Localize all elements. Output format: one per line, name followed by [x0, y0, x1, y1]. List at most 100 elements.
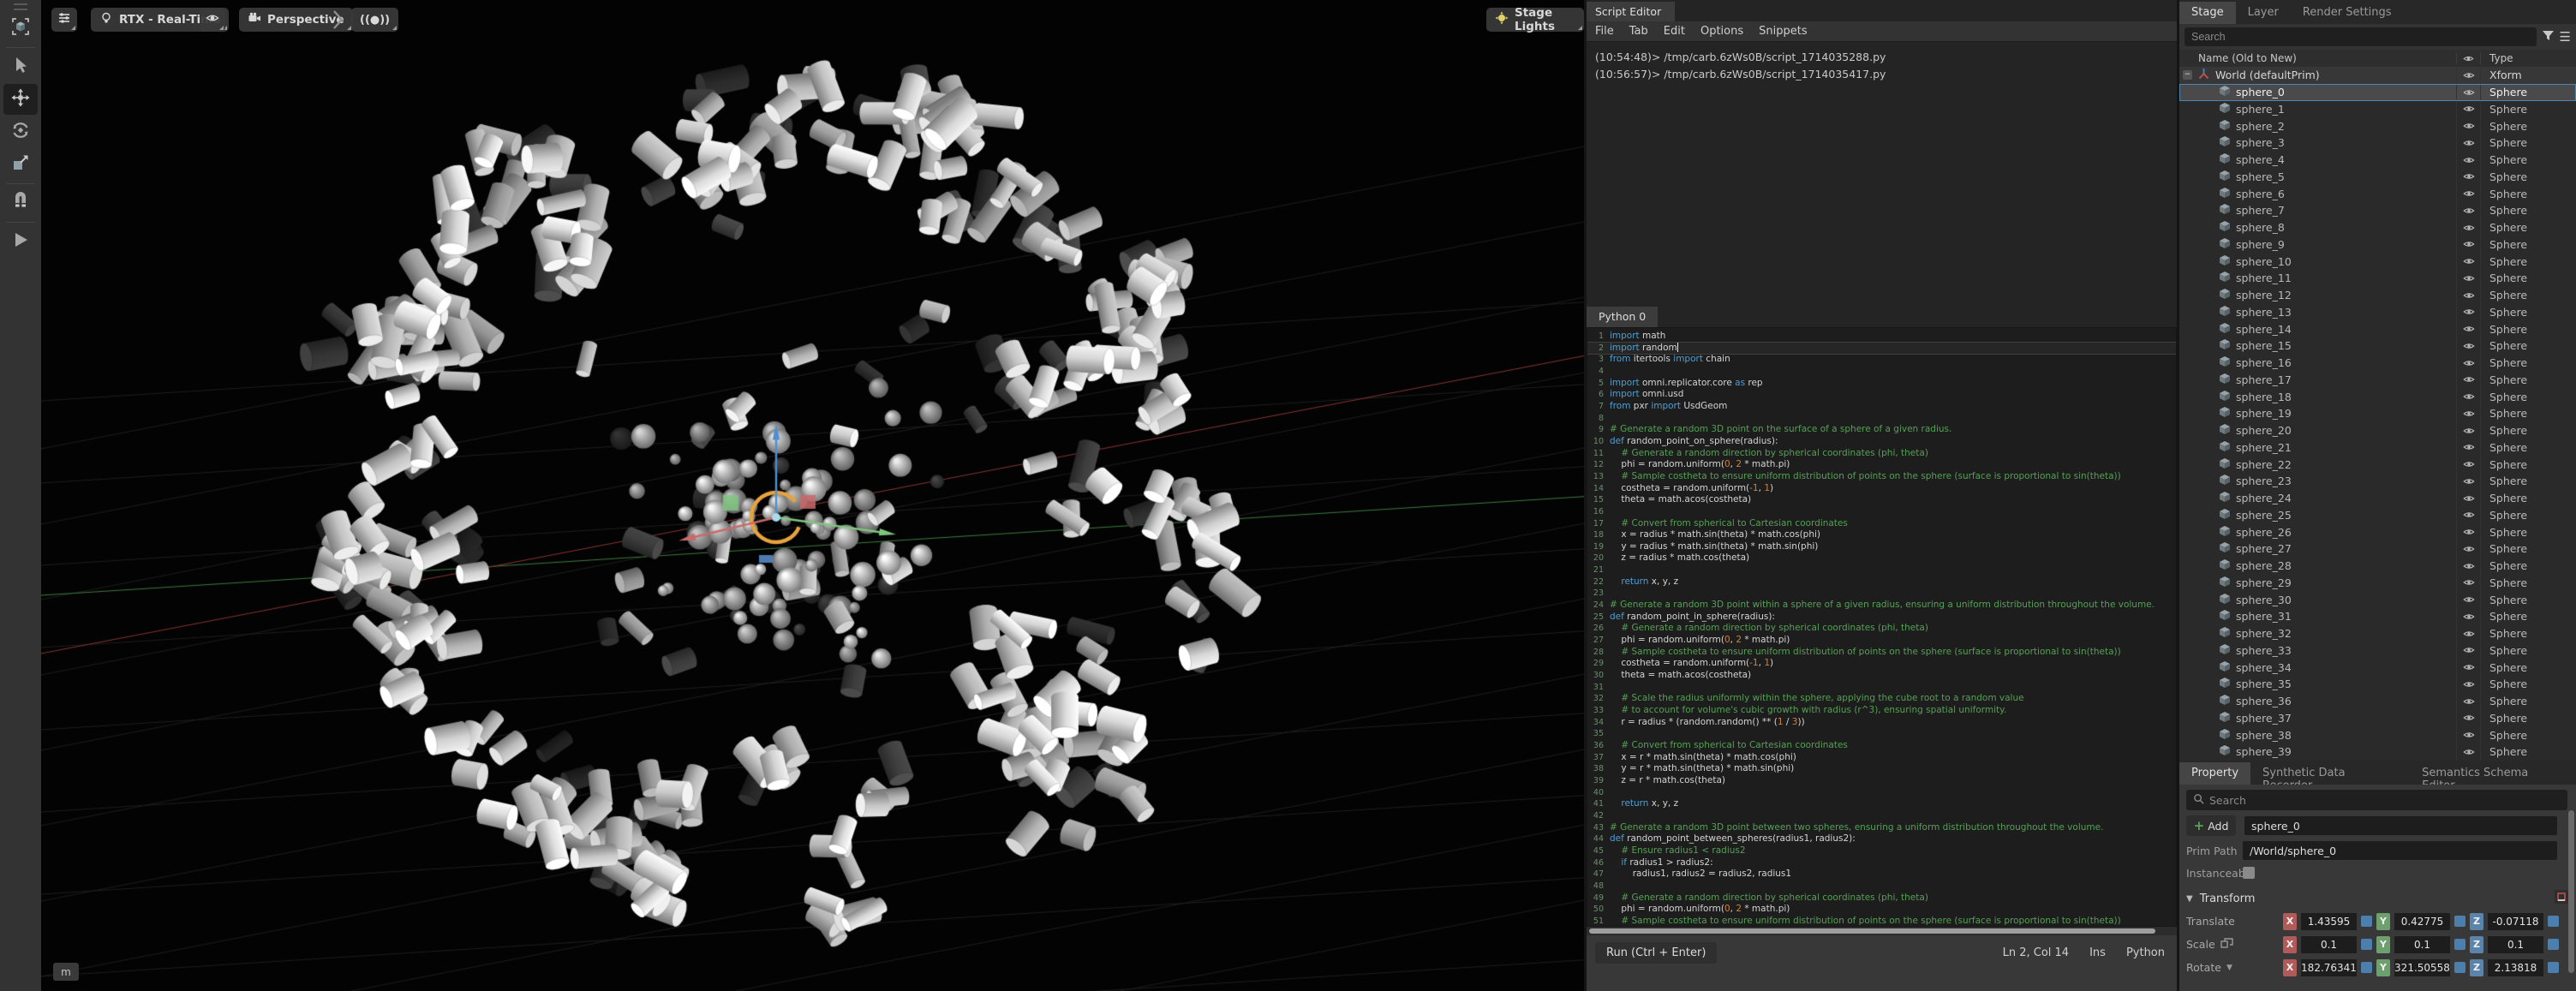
stage-row-sphere_34[interactable]: sphere_34Sphere [2179, 659, 2576, 676]
stage-row-sphere_16[interactable]: sphere_16Sphere [2179, 355, 2576, 372]
stage-row-sphere_1[interactable]: sphere_1Sphere [2179, 101, 2576, 118]
code-line[interactable]: 14 costheta = random.uniform(-1, 1) [1587, 483, 2176, 495]
menu-tab[interactable]: Tab [1629, 25, 1648, 38]
code-line[interactable]: 48 [1587, 881, 2176, 892]
stage-row-sphere_9[interactable]: sphere_9Sphere [2179, 236, 2576, 254]
stage-row-sphere_31[interactable]: sphere_31Sphere [2179, 608, 2576, 625]
code-line[interactable]: 41 return x, y, z [1587, 798, 2176, 810]
stage-row-sphere_24[interactable]: sphere_24Sphere [2179, 490, 2576, 507]
stage-row-sphere_8[interactable]: sphere_8Sphere [2179, 219, 2576, 236]
scale-z-field[interactable]: 0.1 [2488, 936, 2543, 953]
visibility-eye-icon[interactable] [2456, 253, 2480, 270]
scale-x-field[interactable]: 0.1 [2301, 936, 2357, 953]
stage-row-sphere_28[interactable]: sphere_28Sphere [2179, 558, 2576, 575]
stage-row-sphere_11[interactable]: sphere_11Sphere [2179, 270, 2576, 287]
visibility-eye-icon[interactable] [2456, 490, 2480, 507]
code-line[interactable]: 36 # Convert from spherical to Cartesian… [1587, 740, 2176, 752]
x-default-indicator[interactable] [2361, 916, 2372, 927]
tab-script-editor[interactable]: Script Editor [1587, 2, 1675, 21]
y-default-indicator[interactable] [2454, 962, 2465, 973]
visibility-eye-icon[interactable] [2456, 134, 2480, 152]
code-line[interactable]: 33 # to account for volume's cubic growt… [1587, 705, 2176, 717]
tab-layer[interactable]: Layer [2236, 2, 2291, 24]
code-line[interactable]: 50 phi = random.uniform(0, 2 * math.pi) [1587, 904, 2176, 916]
code-line[interactable]: 44def random_point_between_spheres(radiu… [1587, 833, 2176, 845]
stage-row-sphere_20[interactable]: sphere_20Sphere [2179, 422, 2576, 439]
stage-row-sphere_17[interactable]: sphere_17Sphere [2179, 372, 2576, 389]
viewport[interactable]: RTX - Real-Time Perspective ((●)) Stage … [41, 0, 1584, 991]
visibility-eye-icon[interactable] [2456, 320, 2480, 337]
code-line[interactable]: 27 phi = random.uniform(0, 2 * math.pi) [1587, 635, 2176, 647]
code-line[interactable]: 12 phi = random.uniform(0, 2 * math.pi) [1587, 459, 2176, 471]
code-line[interactable]: 23 [1587, 588, 2176, 600]
visibility-eye-icon[interactable] [2456, 169, 2480, 186]
tab-property[interactable]: Property [2179, 762, 2250, 785]
visibility-eye-icon[interactable] [2456, 337, 2480, 355]
viewport-canvas[interactable] [41, 0, 1584, 991]
code-line[interactable]: 25def random_point_in_sphere(radius): [1587, 612, 2176, 624]
column-name-label[interactable]: Name (Old to New) [2179, 52, 2456, 64]
tool-rotate-button[interactable] [3, 116, 38, 147]
tool-scale-button[interactable] [3, 149, 38, 180]
code-line[interactable]: 46 if radius1 > radius2: [1587, 857, 2176, 869]
instanceable-checkbox[interactable] [2243, 867, 2255, 879]
visibility-eye-icon[interactable] [2456, 523, 2480, 540]
translate-x-field[interactable]: 1.43595 [2301, 913, 2357, 930]
code-line[interactable]: 45 # Ensure radius1 < radius2 [1587, 845, 2176, 857]
visibility-eye-icon[interactable] [2456, 372, 2480, 389]
visibility-eye-icon[interactable] [2456, 117, 2480, 134]
tool-select-button[interactable] [3, 51, 38, 82]
stage-row-sphere_13[interactable]: sphere_13Sphere [2179, 304, 2576, 321]
visibility-eye-icon[interactable] [2456, 710, 2480, 727]
code-line[interactable]: 49 # Generate a random direction by sphe… [1587, 892, 2176, 904]
collapse-triangle-icon[interactable]: ▼ [2186, 894, 2193, 904]
tab-render-settings[interactable]: Render Settings [2291, 2, 2404, 24]
visibility-eye-icon[interactable] [2456, 726, 2480, 743]
stage-row-sphere_21[interactable]: sphere_21Sphere [2179, 439, 2576, 457]
y-default-indicator[interactable] [2454, 939, 2465, 950]
column-type-label[interactable]: Type [2480, 52, 2576, 64]
stage-row-sphere_32[interactable]: sphere_32Sphere [2179, 625, 2576, 642]
property-search[interactable]: Search [2186, 790, 2567, 810]
stage-row-sphere_19[interactable]: sphere_19Sphere [2179, 405, 2576, 422]
code-editor[interactable]: 1import math2import random3from itertool… [1587, 327, 2177, 927]
stage-row-sphere_5[interactable]: sphere_5Sphere [2179, 169, 2576, 186]
stage-row-sphere_22[interactable]: sphere_22Sphere [2179, 456, 2576, 473]
code-line[interactable]: 37 x = r * math.sin(theta) * math.cos(ph… [1587, 752, 2176, 764]
stage-row-sphere_23[interactable]: sphere_23Sphere [2179, 473, 2576, 490]
options-menu-icon[interactable]: ☰ [2560, 29, 2571, 45]
stage-row-sphere_30[interactable]: sphere_30Sphere [2179, 591, 2576, 608]
visibility-eye-icon[interactable] [2456, 219, 2480, 236]
stage-row-sphere_38[interactable]: sphere_38Sphere [2179, 726, 2576, 743]
code-line[interactable]: 4 [1587, 366, 2176, 378]
stage-row-sphere_26[interactable]: sphere_26Sphere [2179, 523, 2576, 540]
audio-button[interactable]: ((●)) [351, 8, 398, 32]
x-default-indicator[interactable] [2361, 939, 2372, 950]
stage-row-sphere_15[interactable]: sphere_15Sphere [2179, 337, 2576, 355]
visibility-eye-icon[interactable] [2456, 67, 2480, 84]
stage-row-sphere_10[interactable]: sphere_10Sphere [2179, 253, 2576, 270]
rotate-y-field[interactable]: 321.50558 [2394, 959, 2450, 976]
rotate-z-field[interactable]: 2.13818 [2488, 959, 2543, 976]
code-line[interactable]: 20 z = radius * math.cos(theta) [1587, 552, 2176, 564]
visibility-eye-icon[interactable] [2456, 270, 2480, 287]
code-line[interactable]: 31 [1587, 682, 2176, 694]
x-default-indicator[interactable] [2361, 962, 2372, 973]
stage-tree[interactable]: −World (defaultPrim)Xformsphere_0Spheres… [2179, 67, 2576, 761]
stage-row-sphere_2[interactable]: sphere_2Sphere [2179, 117, 2576, 134]
tool-frame-selection-button[interactable] [3, 13, 38, 44]
code-line[interactable]: 21 [1587, 564, 2176, 576]
translate-z-field[interactable]: -0.07118 [2488, 913, 2543, 930]
stage-row-sphere_36[interactable]: sphere_36Sphere [2179, 693, 2576, 710]
transform-extras-icon[interactable] [2554, 889, 2569, 908]
z-default-indicator[interactable] [2548, 916, 2559, 927]
code-line[interactable]: 38 y = r * math.sin(theta) * math.sin(ph… [1587, 763, 2176, 775]
code-line[interactable]: 51 # Sample costheta to ensure uniform d… [1587, 916, 2176, 927]
collapse-toggle[interactable]: − [2183, 70, 2192, 80]
visibility-eye-icon[interactable] [2456, 608, 2480, 625]
code-line[interactable]: 2import random [1587, 343, 2176, 355]
code-line[interactable]: 3from itertools import chain [1587, 354, 2176, 366]
property-scrollbar[interactable] [2568, 810, 2574, 973]
tab-synthetic-data-recorder[interactable]: Synthetic Data Recorder [2250, 762, 2410, 785]
menu-file[interactable]: File [1595, 25, 1614, 38]
